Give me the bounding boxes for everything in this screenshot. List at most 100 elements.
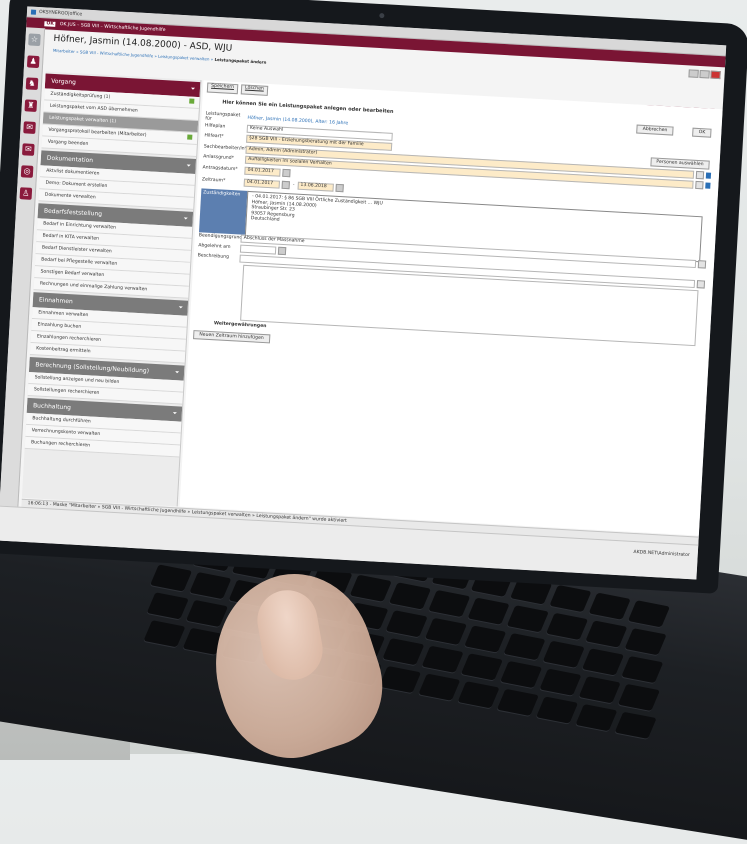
sidebar-item-label: Buchhaltung durchführen bbox=[32, 416, 91, 425]
keyboard-key bbox=[146, 592, 189, 620]
sidebar-item-label: Vorgang beenden bbox=[47, 139, 89, 147]
sidebar-item-label: Sollstellungen recherchieren bbox=[33, 387, 100, 396]
app-title: OK.JUS – SGB VIII – Wirtschaftliche Juge… bbox=[59, 22, 166, 34]
keyboard-key bbox=[349, 574, 392, 602]
user-icon[interactable]: ♙ bbox=[19, 187, 33, 200]
keyboard-key bbox=[621, 655, 664, 684]
sidebar-item-label: Bedarf Dienstleister verwalten bbox=[41, 245, 112, 255]
sidebar-item-label: Aktvlist dokumentieren bbox=[46, 168, 100, 177]
keyboard-key bbox=[457, 681, 500, 709]
info-icon[interactable] bbox=[705, 181, 711, 189]
sidebar-item-label: Bedarf bei Pflegestelle verwalten bbox=[41, 257, 118, 267]
calendar-icon[interactable] bbox=[335, 183, 344, 192]
weitergewaehrungen-title: Weitergewährungen bbox=[213, 321, 267, 330]
sidebar-item-label: Demo: Dokument erstellen bbox=[45, 180, 108, 190]
calendar-icon[interactable] bbox=[277, 246, 287, 255]
keyboard-key bbox=[535, 696, 579, 724]
check-icon bbox=[189, 98, 195, 104]
close-icon bbox=[710, 70, 721, 80]
sidebar-item-label: Zuständigkeitsprüfung (1) bbox=[50, 91, 111, 101]
chevron-down-icon[interactable] bbox=[696, 279, 706, 289]
delete-button[interactable]: Löschen bbox=[240, 84, 269, 96]
keyboard-key bbox=[506, 605, 549, 633]
keyboard-key bbox=[545, 612, 589, 641]
abgelehnt-input[interactable] bbox=[239, 244, 277, 255]
chevron-down-icon[interactable] bbox=[695, 180, 704, 189]
sidebar-item-label: Sollstellung anzeigen und neu bilden bbox=[34, 375, 120, 386]
home-icon[interactable]: ☆ bbox=[28, 33, 41, 47]
keyboard-key bbox=[460, 653, 503, 681]
check-icon bbox=[187, 134, 193, 140]
os-title: OKSYNERGO|office bbox=[38, 9, 83, 17]
keyboard-key bbox=[382, 638, 425, 666]
keyboard-key bbox=[385, 610, 428, 638]
sidebar-item-label: Leistungspaket verwalten (1) bbox=[48, 115, 117, 125]
keyboard-key bbox=[388, 582, 432, 610]
footer-user: AKDB.NET\Administrator bbox=[633, 550, 690, 559]
minimize-icon bbox=[688, 69, 699, 78]
calendar-icon[interactable] bbox=[281, 180, 290, 189]
keyboard-key bbox=[421, 645, 464, 673]
keyboard-key bbox=[614, 711, 657, 739]
keyboard-key bbox=[539, 668, 582, 696]
mail-open-icon[interactable]: ✉ bbox=[23, 121, 36, 134]
sidebar-item-label: Verrechnungskonto verwalten bbox=[31, 428, 101, 438]
calendar-icon[interactable] bbox=[282, 168, 291, 177]
target-icon[interactable]: ◎ bbox=[20, 165, 34, 178]
sidebar-item-label: Rechnungen und einmalige Zahlung verwalt… bbox=[39, 281, 148, 293]
family-icon[interactable]: ♞ bbox=[25, 77, 39, 91]
zustaendigkeiten-label: Zuständigkeiten bbox=[198, 188, 250, 235]
sidebar-item-label: Bedarf in Einrichtung verwalten bbox=[43, 221, 117, 231]
keyboard-key bbox=[617, 683, 661, 712]
laptop-bezel: OKSYNERGO|office OK OK.JUS – SGB VIII – … bbox=[0, 0, 747, 594]
sidebar-item-label: Einzahlungen recherchieren bbox=[36, 334, 102, 343]
group-icon[interactable]: ♜ bbox=[24, 99, 38, 112]
keyboard-key bbox=[496, 688, 539, 717]
sidebar-item-label: Dokumente verwalten bbox=[44, 192, 96, 201]
keyboard-key bbox=[503, 633, 546, 661]
sidebar-item-label: Kostenbeitrag ermitteln bbox=[36, 346, 91, 355]
app-icon bbox=[30, 9, 37, 15]
sidebar-item-label: Einnahmen verwalten bbox=[38, 310, 89, 319]
add-period-button[interactable]: Neuen Zeitraum hinzufügen bbox=[193, 330, 270, 344]
sidebar-item-label: Einzahlung buchen bbox=[37, 322, 82, 330]
person-icon[interactable]: ♟ bbox=[26, 55, 40, 69]
mail-icon[interactable]: ✉ bbox=[21, 143, 35, 156]
keyboard-key bbox=[542, 640, 585, 668]
keyboard-key bbox=[581, 648, 625, 676]
keyboard-key bbox=[467, 597, 510, 625]
info-icon[interactable] bbox=[705, 171, 712, 179]
antragsdatum-input[interactable]: 04.01.2017 bbox=[244, 166, 281, 177]
keyboard-key bbox=[500, 660, 543, 689]
window-controls[interactable] bbox=[688, 69, 721, 80]
sidebar: Vorgang Zuständigkeitsprüfung (1) Leistung… bbox=[21, 71, 202, 507]
breadcrumb[interactable]: Mitarbeiter » SGB VIII - Wirtschaftliche… bbox=[53, 48, 267, 65]
maximize-icon bbox=[699, 69, 710, 79]
keyboard-key bbox=[624, 628, 667, 656]
main-panel: Speichern Löschen Hier können Sie ein Le… bbox=[179, 80, 723, 536]
keyboard-key bbox=[464, 625, 507, 653]
keyboard-key bbox=[578, 676, 621, 704]
chevron-down-icon[interactable] bbox=[695, 170, 705, 179]
sidebar-item-label: Leistungspaket vom ASD übernehmen bbox=[49, 103, 138, 114]
screen: OKSYNERGO|office OK OK.JUS – SGB VIII – … bbox=[0, 6, 727, 580]
keyboard-key bbox=[378, 665, 422, 694]
keyboard-key bbox=[185, 599, 229, 628]
ok-button[interactable]: OK bbox=[692, 127, 712, 138]
keyboard-key bbox=[585, 620, 628, 648]
chevron-down-icon[interactable] bbox=[697, 259, 707, 269]
brand-logo: OK bbox=[44, 21, 56, 27]
keyboard-key bbox=[428, 589, 471, 618]
cancel-button[interactable]: Abbrechen bbox=[636, 124, 674, 136]
keyboard-key bbox=[189, 572, 232, 600]
keyboard-key bbox=[150, 564, 193, 592]
save-button[interactable]: Speichern bbox=[206, 82, 239, 95]
zeitraum-from-input[interactable]: 04.01.2017 bbox=[243, 178, 281, 189]
keyboard-key bbox=[143, 620, 186, 648]
sidebar-item-label: Buchungen recherchieren bbox=[30, 440, 91, 449]
sidebar-item-label: Sonstigen Bedarf verwalten bbox=[40, 269, 105, 279]
keyboard-key bbox=[424, 617, 468, 646]
zeitraum-to-input[interactable]: 13.06.2018 bbox=[297, 181, 334, 192]
sidebar-item-label: Bedarf in KITA verwalten bbox=[42, 233, 100, 242]
keyboard-key bbox=[418, 673, 461, 701]
